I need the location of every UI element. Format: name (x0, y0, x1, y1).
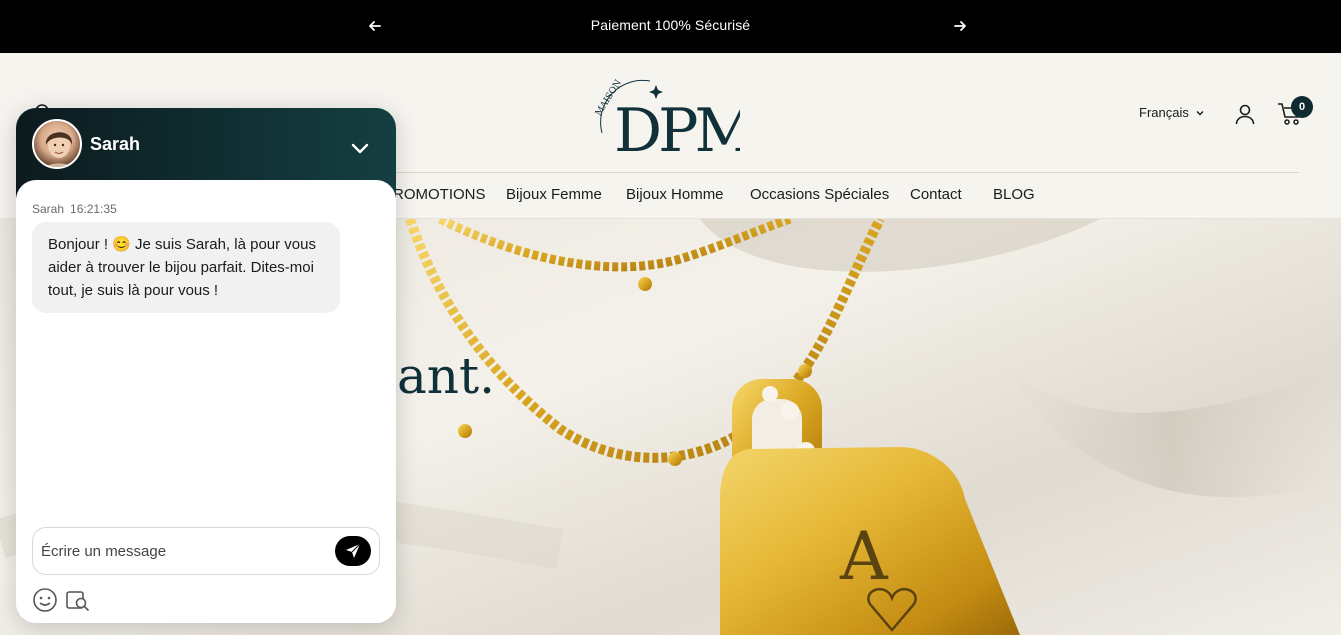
send-button[interactable] (335, 536, 371, 566)
agent-name: Sarah (90, 134, 141, 154)
language-label: Français (1139, 105, 1189, 120)
nav-item-contact[interactable]: Contact (910, 186, 962, 203)
agent-avatar (32, 119, 82, 169)
hero-headline: ant. (397, 347, 495, 405)
message-time: 16:21:35 (70, 202, 117, 216)
announcement-bar: Paiement 100% Sécurisé (0, 0, 1341, 53)
chat-body: Sarah 16:21:35 Bonjour ! 😊 Je suis Sarah,… (16, 180, 396, 623)
pendant-letter: A (839, 518, 889, 595)
message-input-box (32, 527, 380, 575)
chat-message-bubble: Bonjour ! 😊 Je suis Sarah, là pour vous … (32, 222, 340, 313)
arrow-right-icon[interactable] (949, 15, 971, 37)
nav-item-bijoux-femme[interactable]: Bijoux Femme (506, 186, 602, 203)
emoji-icon[interactable] (32, 587, 58, 613)
message-input[interactable] (41, 540, 321, 562)
nav-item-promotions[interactable]: ROMOTIONS (393, 186, 486, 203)
logo-dpm-text: DPM (614, 96, 740, 155)
nav-item-bijoux-homme[interactable]: Bijoux Homme (626, 186, 724, 203)
chat-widget: Sarah Sarah 16:21:35 Bonjour ! 😊 Je suis … (16, 108, 396, 623)
nav-item-occasions-speciales[interactable]: Occasions Spéciales (750, 186, 889, 203)
message-sender: Sarah (32, 202, 65, 216)
cart-count-badge: 0 (1291, 96, 1313, 118)
account-icon[interactable] (1234, 103, 1256, 125)
send-icon (346, 543, 361, 558)
message-meta: Sarah 16:21:35 (32, 202, 117, 216)
announcement-text: Paiement 100% Sécurisé (590, 17, 751, 33)
chevron-down-icon[interactable] (348, 136, 372, 160)
language-selector[interactable]: Français (1139, 105, 1205, 120)
image-search-icon[interactable] (65, 587, 91, 613)
chevron-down-icon (1196, 110, 1204, 115)
nav-item-blog[interactable]: BLOG (993, 186, 1035, 203)
maison-dpm-logo[interactable]: MAISON DPM (590, 73, 740, 155)
